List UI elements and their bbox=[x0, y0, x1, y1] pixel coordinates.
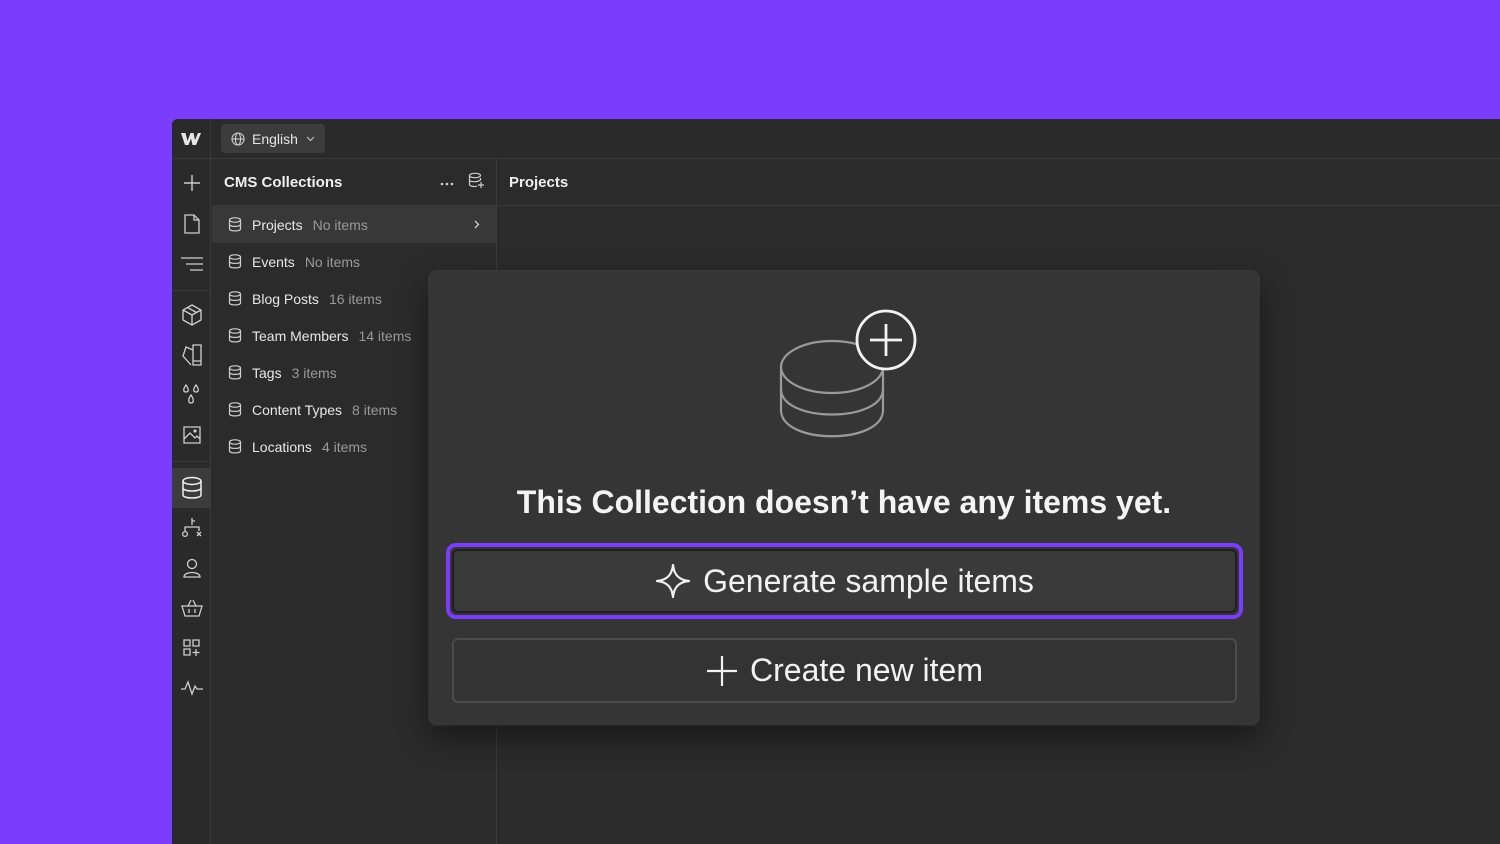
collection-name: Content Types bbox=[252, 401, 343, 418]
ecommerce-basket-icon[interactable] bbox=[172, 590, 211, 626]
collection-title: Projects bbox=[509, 173, 569, 191]
pages-icon[interactable] bbox=[172, 206, 211, 242]
database-icon bbox=[228, 254, 242, 269]
plus-icon bbox=[707, 655, 737, 686]
create-new-item-button[interactable]: Create new item bbox=[452, 638, 1237, 703]
language-label: English bbox=[252, 130, 298, 147]
cms-database-icon[interactable] bbox=[172, 468, 211, 508]
audit-activity-icon[interactable] bbox=[172, 670, 211, 706]
collection-count: 3 items bbox=[291, 364, 337, 381]
chevron-right-icon bbox=[474, 220, 480, 229]
main-header: Projects bbox=[498, 159, 1500, 206]
webflow-logo[interactable] bbox=[172, 119, 211, 159]
top-bar: English bbox=[172, 119, 1500, 159]
collection-name: Blog Posts bbox=[252, 290, 319, 307]
database-icon bbox=[228, 291, 242, 306]
panel-header: CMS Collections bbox=[212, 159, 496, 206]
sparkle-icon bbox=[655, 563, 691, 599]
database-icon bbox=[228, 328, 242, 343]
apps-icon[interactable] bbox=[172, 630, 211, 666]
database-icon bbox=[228, 402, 242, 417]
create-label: Create new item bbox=[750, 652, 983, 688]
add-icon[interactable] bbox=[172, 165, 211, 201]
database-icon bbox=[228, 365, 242, 380]
logic-icon[interactable] bbox=[172, 510, 211, 546]
variables-icon[interactable] bbox=[172, 377, 211, 413]
database-icon bbox=[228, 217, 242, 232]
generate-sample-items-inner[interactable]: Generate sample items bbox=[452, 549, 1237, 613]
empty-state-card: This Collection doesn’t have any items y… bbox=[429, 271, 1259, 725]
collection-name: Projects bbox=[252, 216, 303, 233]
empty-state-message: This Collection doesn’t have any items y… bbox=[516, 484, 1172, 520]
navigator-icon[interactable] bbox=[172, 246, 211, 282]
generate-sample-items-button[interactable]: Generate sample items bbox=[446, 543, 1243, 619]
collection-count: No items bbox=[304, 253, 361, 270]
styles-icon[interactable] bbox=[172, 337, 211, 373]
generate-label: Generate sample items bbox=[703, 562, 1034, 599]
add-collection-icon[interactable] bbox=[468, 172, 484, 193]
collection-name: Locations bbox=[252, 438, 312, 455]
collection-count: 14 items bbox=[358, 327, 412, 344]
webflow-logo-icon bbox=[181, 133, 201, 145]
components-icon[interactable] bbox=[172, 297, 211, 333]
language-selector[interactable]: English bbox=[221, 124, 325, 153]
collection-count: 4 items bbox=[321, 438, 368, 455]
panel-title: CMS Collections bbox=[224, 173, 343, 191]
more-options-icon[interactable] bbox=[440, 173, 454, 191]
left-icon-rail bbox=[172, 159, 211, 844]
database-icon bbox=[228, 439, 242, 454]
collection-item-projects[interactable]: Projects No items bbox=[212, 206, 496, 243]
chevron-down-icon bbox=[306, 136, 315, 141]
collection-name: Events bbox=[252, 253, 295, 270]
collection-name: Team Members bbox=[252, 327, 349, 344]
users-icon[interactable] bbox=[172, 550, 211, 586]
collection-name: Tags bbox=[252, 364, 282, 381]
globe-icon bbox=[231, 131, 245, 146]
collection-count: No items bbox=[312, 216, 368, 233]
assets-icon[interactable] bbox=[172, 417, 211, 453]
database-add-illustration-icon bbox=[779, 309, 917, 438]
collection-count: 8 items bbox=[352, 401, 398, 418]
collection-count: 16 items bbox=[328, 290, 382, 307]
